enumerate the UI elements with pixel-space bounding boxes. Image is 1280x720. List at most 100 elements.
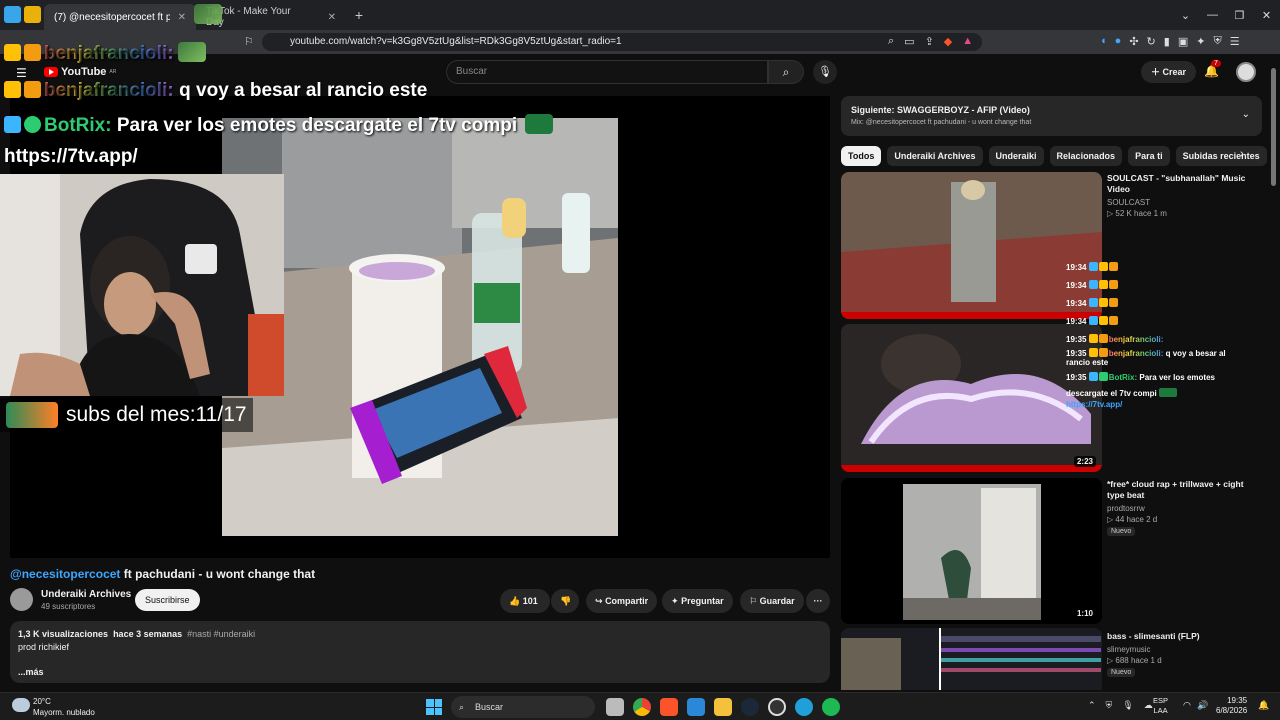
wallet-icon[interactable]: ▣ xyxy=(1178,35,1188,48)
notification-badge: 7 xyxy=(1211,60,1221,67)
save-button[interactable]: ⚐ Guardar xyxy=(740,589,804,613)
rec-thumbnail[interactable] xyxy=(841,172,1102,319)
more-actions-button[interactable]: ··· xyxy=(806,589,830,613)
youtube-logo[interactable]: YouTube AR xyxy=(44,66,116,78)
voice-search-button[interactable]: 🎙 xyxy=(813,60,837,84)
cast-icon[interactable]: ▭ xyxy=(904,35,914,48)
rec-meta[interactable]: *free* cloud rap + trillwave + cight typ… xyxy=(1107,479,1262,536)
rec-meta[interactable]: bass - slimesanti (FLP) slimeymusic ▷ 68… xyxy=(1107,631,1262,677)
close-icon[interactable]: ✕ xyxy=(328,12,336,23)
store-icon[interactable] xyxy=(687,698,705,716)
chip-all[interactable]: Todos xyxy=(841,146,882,166)
upload-time: hace 3 semanas xyxy=(113,629,183,639)
mini-chat-time: 19:34 xyxy=(1066,299,1087,308)
rec-thumbnail[interactable] xyxy=(841,628,1102,690)
7tv-badge-icon xyxy=(1108,280,1118,289)
shield-icon[interactable]: ⛨ xyxy=(1106,700,1113,711)
subs-text: subs del mes:11/17 xyxy=(66,403,247,426)
system-clock[interactable]: 19:35 6/8/2026 xyxy=(1216,696,1247,716)
sync-icon[interactable]: ↻ xyxy=(1147,35,1156,48)
steam-icon[interactable] xyxy=(741,698,759,716)
subscribe-button[interactable]: Suscribirse xyxy=(135,589,200,611)
minimize-button[interactable]: — xyxy=(1199,9,1226,21)
chevron-up-icon[interactable]: ⌃ xyxy=(1088,700,1096,711)
ccleaner-icon[interactable] xyxy=(795,698,813,716)
obs-icon[interactable] xyxy=(768,698,786,716)
channel-avatar[interactable] xyxy=(10,588,33,611)
maximize-button[interactable]: ❐ xyxy=(1226,9,1253,22)
volume-icon[interactable]: 🔊 xyxy=(1197,700,1208,711)
chrome-icon[interactable] xyxy=(633,698,651,716)
create-button[interactable]: ＋ Crear xyxy=(1141,61,1197,83)
description-box[interactable]: 1,3 K visualizaciones hace 3 semanas #na… xyxy=(10,621,830,683)
ask-button[interactable]: ✦ Preguntar xyxy=(662,589,733,613)
brave-shield-icon[interactable]: ◆ xyxy=(944,35,952,48)
bookmark-icon[interactable]: ⚐ xyxy=(244,35,254,48)
chevron-down-icon[interactable]: ⌄ xyxy=(1172,9,1199,22)
thumbs-down-icon: 👎 xyxy=(560,596,572,606)
weather-cloud-icon[interactable] xyxy=(12,698,30,712)
weather-widget[interactable]: 20°C Mayorm. nublado xyxy=(33,696,113,718)
chip-recent[interactable]: Subidas recientes xyxy=(1175,146,1267,166)
mini-chat-username: benjafrancioli: xyxy=(1108,335,1164,344)
verified-badge-icon xyxy=(24,116,41,133)
taskbar-search[interactable]: ⌕ Buscar xyxy=(451,696,595,718)
close-window-button[interactable]: ✕ xyxy=(1253,9,1280,22)
cloud-icon[interactable]: ☁ xyxy=(1144,700,1153,711)
menu-icon[interactable]: ☰ xyxy=(1230,35,1240,48)
7tv-badge-icon xyxy=(24,44,41,61)
notification-bell-icon[interactable]: 🔔 xyxy=(1258,700,1269,711)
language-indicator[interactable]: ESP LAA xyxy=(1153,696,1168,716)
leo-icon[interactable]: ✦ xyxy=(1196,35,1205,48)
sword-badge-icon xyxy=(1088,316,1098,325)
hashtags[interactable]: #nasti #underaiki xyxy=(187,629,255,639)
chip-channel[interactable]: Underaiki Archives xyxy=(887,146,983,166)
folder-icon[interactable] xyxy=(714,698,732,716)
task-view-icon[interactable] xyxy=(606,698,624,716)
extension-icon[interactable]: ● xyxy=(1115,35,1122,48)
taskbar-apps xyxy=(606,698,840,716)
brave-icon[interactable] xyxy=(660,698,678,716)
rec-thumbnail[interactable]: 2:23 xyxy=(841,324,1102,472)
new-tab-button[interactable]: + xyxy=(346,7,372,23)
spotify-icon[interactable] xyxy=(822,698,840,716)
vpn-icon[interactable]: ⛨ xyxy=(1213,35,1221,48)
crown-badge-icon xyxy=(1088,348,1098,357)
show-more-link[interactable]: ...más xyxy=(18,667,822,677)
audio-icon[interactable]: ◖ xyxy=(1100,35,1107,48)
mic-icon[interactable]: 🎙 xyxy=(1122,700,1133,711)
notifications-button[interactable]: 🔔 7 xyxy=(1204,60,1221,78)
puzzle-icon[interactable]: ✣ xyxy=(1129,35,1138,48)
zoom-icon[interactable]: ⌕ xyxy=(888,35,894,48)
share-button[interactable]: ↪ Compartir xyxy=(586,589,658,613)
hamburger-icon[interactable]: ☰ xyxy=(16,66,27,80)
dislike-button[interactable]: 👎 xyxy=(551,589,579,613)
chevron-down-icon[interactable]: ⌄ xyxy=(1242,109,1250,120)
search-button[interactable]: ⌕ xyxy=(768,60,804,84)
subs-counter: subs del mes:11/17 xyxy=(0,398,253,432)
page-scrollbar[interactable] xyxy=(1271,68,1276,186)
windows-start-icon[interactable] xyxy=(426,699,442,715)
rec-meta[interactable]: SOULCAST - "subhanallah" Music Video SOU… xyxy=(1107,173,1262,218)
chip-underaiki[interactable]: Underaiki xyxy=(988,146,1044,166)
wifi-icon[interactable]: ◠ xyxy=(1183,700,1191,711)
like-button[interactable]: 👍 101 xyxy=(500,589,550,613)
share-icon[interactable]: ⇪ xyxy=(925,35,934,48)
channel-name[interactable]: Underaiki Archives xyxy=(41,589,131,600)
rec-stats: ▷ 688 hace 1 d xyxy=(1107,656,1162,665)
sidebar-icon[interactable]: ▮ xyxy=(1164,35,1170,48)
chevron-right-icon[interactable]: › xyxy=(1240,148,1244,160)
playlist-panel[interactable]: Siguiente: SWAGGERBOYZ - AFIP (Video) Mi… xyxy=(841,96,1262,136)
account-avatar[interactable] xyxy=(1236,62,1256,82)
search-input[interactable]: Buscar xyxy=(446,60,768,84)
rewards-icon[interactable]: ▲ xyxy=(962,35,973,48)
emote-icon xyxy=(525,114,554,134)
address-bar[interactable]: youtube.com/watch?v=k3Gg8V5ztUg&list=RDk… xyxy=(262,33,982,51)
bookmark-icon: ⚐ xyxy=(749,596,758,606)
chip-for-you[interactable]: Para ti xyxy=(1128,146,1170,166)
logo-text: YouTube xyxy=(61,66,107,78)
mini-chat-time: 19:34 xyxy=(1066,317,1087,326)
rec-thumbnail[interactable]: 1:10 xyxy=(841,478,1102,624)
title-mention[interactable]: @necesitopercocet xyxy=(10,567,120,581)
chip-related[interactable]: Relacionados xyxy=(1049,146,1123,166)
